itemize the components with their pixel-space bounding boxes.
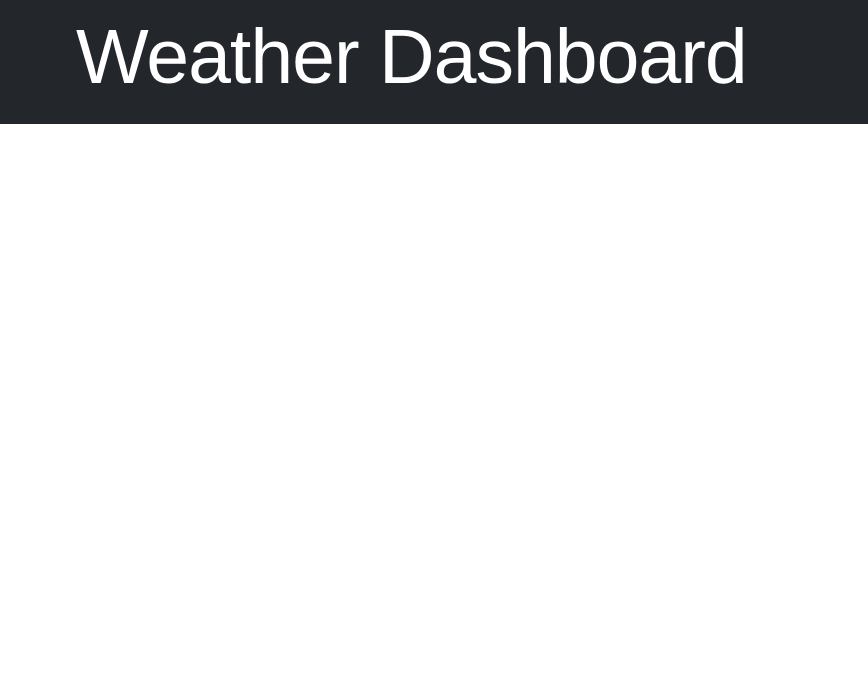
app-header: Weather Dashboard [0,0,868,124]
page-title: Weather Dashboard [76,14,748,100]
main-content [0,124,868,690]
